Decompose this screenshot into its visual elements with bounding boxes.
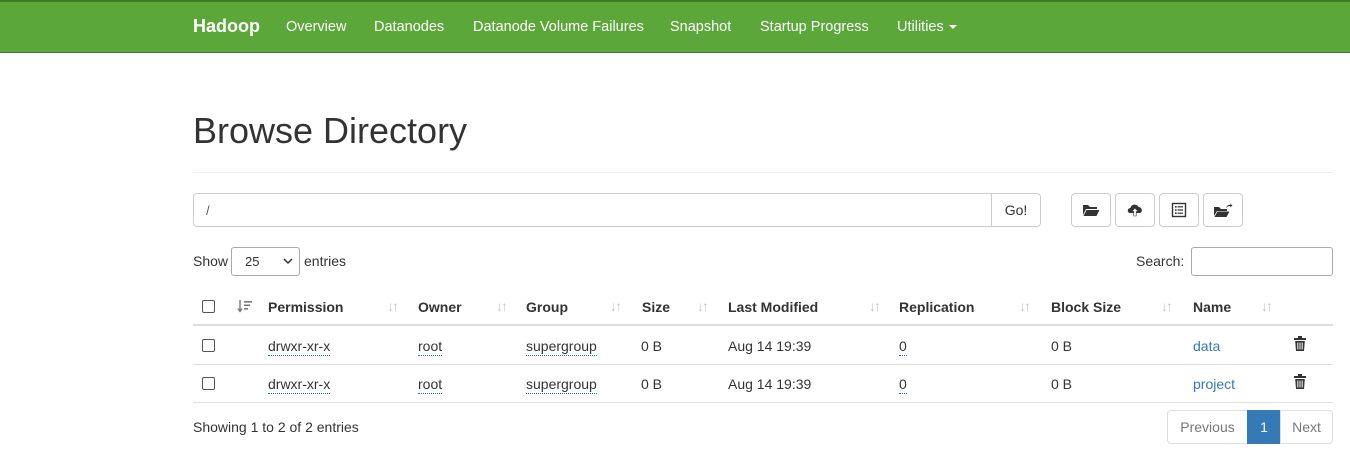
top-navbar: Hadoop Overview Datanodes Datanode Volum…: [0, 0, 1350, 53]
nav-snapshot[interactable]: Snapshot: [670, 19, 731, 35]
group-cell[interactable]: supergroup: [526, 376, 597, 394]
table-header: Permission ↓↑ Owner ↓↑ Group ↓↑ Size ↓↑ …: [193, 288, 1333, 326]
column-last-modified[interactable]: Last Modified: [728, 299, 818, 315]
replication-cell[interactable]: 0: [899, 338, 907, 356]
trash-icon[interactable]: [1294, 336, 1306, 351]
chevron-down-icon: [283, 258, 293, 265]
replication-cell[interactable]: 0: [899, 376, 907, 394]
sort-icon[interactable]: ↓↑: [496, 298, 508, 314]
select-all-checkbox[interactable]: [202, 300, 215, 313]
list-icon: [1171, 202, 1187, 218]
list-view-button[interactable]: [1159, 193, 1199, 227]
cloud-upload-icon: [1127, 204, 1142, 217]
last-modified-cell: Aug 14 19:39: [728, 338, 812, 354]
owner-cell[interactable]: root: [418, 338, 443, 356]
nav-utilities-dropdown[interactable]: Utilities: [897, 19, 957, 35]
column-block-size[interactable]: Block Size: [1051, 299, 1121, 315]
sort-icon[interactable]: ↓↑: [387, 298, 399, 314]
sort-icon[interactable]: ↓↑: [1019, 298, 1031, 314]
folder-open-icon: [1083, 205, 1100, 216]
sort-icon[interactable]: ↓↑: [869, 298, 881, 314]
show-label: Show: [193, 253, 229, 269]
nav-startup-progress[interactable]: Startup Progress: [760, 19, 869, 35]
nav-utilities-label: Utilities: [897, 19, 944, 35]
entries-per-page-value: 25: [245, 254, 260, 269]
block-size-cell: 0 B: [1051, 338, 1073, 354]
owner-cell[interactable]: root: [418, 376, 443, 394]
create-directory-button[interactable]: [1071, 193, 1111, 227]
sort-icon[interactable]: ↓↑: [1261, 298, 1273, 314]
block-size-cell: 0 B: [1051, 376, 1073, 392]
size-cell: 0 B: [641, 338, 663, 354]
folder-move-icon: [1214, 203, 1233, 217]
column-owner[interactable]: Owner: [418, 299, 462, 315]
next-page-button[interactable]: Next: [1280, 410, 1333, 444]
table-row: drwxr-xr-x root supergroup 0 B Aug 14 19…: [193, 365, 1333, 403]
permission-cell[interactable]: drwxr-xr-x: [268, 376, 331, 394]
go-button[interactable]: Go!: [991, 193, 1041, 227]
entries-per-page-select[interactable]: 25: [231, 247, 300, 276]
name-link[interactable]: project: [1193, 376, 1235, 392]
sort-icon[interactable]: ↓↑: [610, 298, 622, 314]
title-divider: [193, 172, 1333, 173]
page-title: Browse Directory: [193, 110, 468, 151]
search-label: Search:: [1136, 253, 1185, 269]
nav-overview[interactable]: Overview: [286, 19, 346, 35]
trash-icon[interactable]: [1294, 374, 1306, 389]
nav-datanodes[interactable]: Datanodes: [374, 19, 444, 35]
table-row: drwxr-xr-x root supergroup 0 B Aug 14 19…: [193, 327, 1333, 365]
search-input[interactable]: [1191, 247, 1333, 276]
column-group[interactable]: Group: [526, 299, 568, 315]
cut-paste-button[interactable]: [1203, 193, 1243, 227]
column-name[interactable]: Name: [1193, 299, 1231, 315]
group-cell[interactable]: supergroup: [526, 338, 597, 356]
name-link[interactable]: data: [1193, 338, 1220, 354]
row-checkbox[interactable]: [202, 339, 215, 352]
nav-datanode-volume-failures[interactable]: Datanode Volume Failures: [473, 19, 644, 35]
caret-down-icon: [948, 25, 957, 30]
permission-cell[interactable]: drwxr-xr-x: [268, 338, 331, 356]
last-modified-cell: Aug 14 19:39: [728, 376, 812, 392]
column-permission[interactable]: Permission: [268, 299, 343, 315]
directory-path-input[interactable]: [193, 193, 992, 227]
size-cell: 0 B: [641, 376, 663, 392]
previous-page-button[interactable]: Previous: [1167, 410, 1248, 444]
brand-logo[interactable]: Hadoop: [193, 16, 260, 37]
entries-label: entries: [304, 253, 347, 269]
upload-files-button[interactable]: [1115, 193, 1155, 227]
column-size[interactable]: Size: [642, 299, 670, 315]
page-1-button[interactable]: 1: [1247, 410, 1281, 444]
row-checkbox[interactable]: [202, 377, 215, 390]
sort-icon[interactable]: ↓↑: [697, 298, 709, 314]
sort-icon[interactable]: ↓↑: [1161, 298, 1173, 314]
table-info-text: Showing 1 to 2 of 2 entries: [193, 419, 359, 435]
sort-descending-icon[interactable]: [237, 299, 253, 313]
column-replication[interactable]: Replication: [899, 299, 974, 315]
